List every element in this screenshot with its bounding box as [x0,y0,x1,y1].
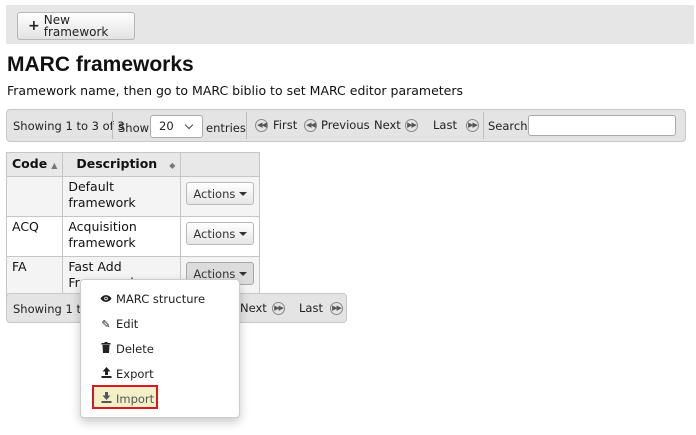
code-cell [5,176,64,217]
description-cell: Acquisition framework [62,216,182,257]
page-title: MARC frameworks [7,53,194,76]
chevron-down-icon [184,120,194,130]
page-intro: Framework name, then go to MARC biblio t… [7,83,464,98]
menu-item-marc-structure[interactable]: MARC structure [100,292,205,306]
next-link[interactable]: Next [240,301,267,315]
page-length-select[interactable]: 20 [150,115,203,138]
sort-icon: ◆ [169,161,176,170]
column-header-code[interactable]: Code ▲ [5,152,64,177]
first-icon[interactable]: ◀◀ [255,119,268,132]
showing-info: Showing 1 to 3 of 3 [13,119,125,133]
column-header-actions [180,152,261,177]
divider [246,112,247,139]
caret-down-icon [239,231,248,236]
caret-down-icon [239,271,248,276]
actions-dropdown-menu: MARC structure ✎ Edit Delete Export Impo… [80,279,240,418]
next-icon[interactable]: ▶▶ [272,302,285,315]
last-link[interactable]: Last [433,118,457,132]
next-icon[interactable]: ▶▶ [405,119,418,132]
previous-link[interactable]: Previous [321,118,370,132]
actions-button[interactable]: Actions [186,182,255,205]
menu-item-delete[interactable]: Delete [100,342,154,356]
new-framework-label: New framework [43,13,109,39]
menu-item-export[interactable]: Export [100,367,154,381]
search-input[interactable] [528,115,676,136]
download-icon [100,392,112,406]
frameworks-table: Code ▲ Description ◆ Default framework Act… [5,152,261,297]
menu-item-import[interactable]: Import [100,392,154,406]
actions-cell: Actions [180,176,261,217]
description-cell: Default framework [62,176,182,217]
toolbar: + New framework [6,5,694,44]
table-row: ACQ Acquisition framework Actions [5,216,261,257]
column-header-description[interactable]: Description ◆ [62,152,182,177]
trash-icon [100,342,112,356]
actions-button[interactable]: Actions [186,222,255,245]
pencil-icon: ✎ [101,317,111,331]
upload-icon [100,367,112,381]
table-controls-top: Showing 1 to 3 of 3 Show 20 entries ◀◀ F… [6,109,686,142]
entries-label: entries [206,121,246,135]
eye-icon [100,293,112,306]
divider [483,112,484,139]
table-row: Default framework Actions [5,176,261,217]
previous-icon[interactable]: ◀◀ [304,119,317,132]
show-label: Show [118,121,150,135]
divider [112,112,113,139]
last-link[interactable]: Last [299,301,323,315]
plus-icon: + [28,18,40,34]
menu-item-edit[interactable]: ✎ Edit [100,317,138,331]
code-cell: ACQ [5,216,64,257]
page-length-value: 20 [159,119,174,133]
last-icon[interactable]: ▶▶ [330,302,343,315]
caret-down-icon [239,191,248,196]
search-label: Search: [488,119,532,133]
last-icon[interactable]: ▶▶ [466,119,479,132]
sort-asc-icon: ▲ [51,161,58,170]
first-link[interactable]: First [273,118,297,132]
code-cell: FA [5,256,64,297]
new-framework-button[interactable]: + New framework [17,12,135,40]
actions-cell: Actions [180,216,261,257]
next-link[interactable]: Next [374,118,401,132]
